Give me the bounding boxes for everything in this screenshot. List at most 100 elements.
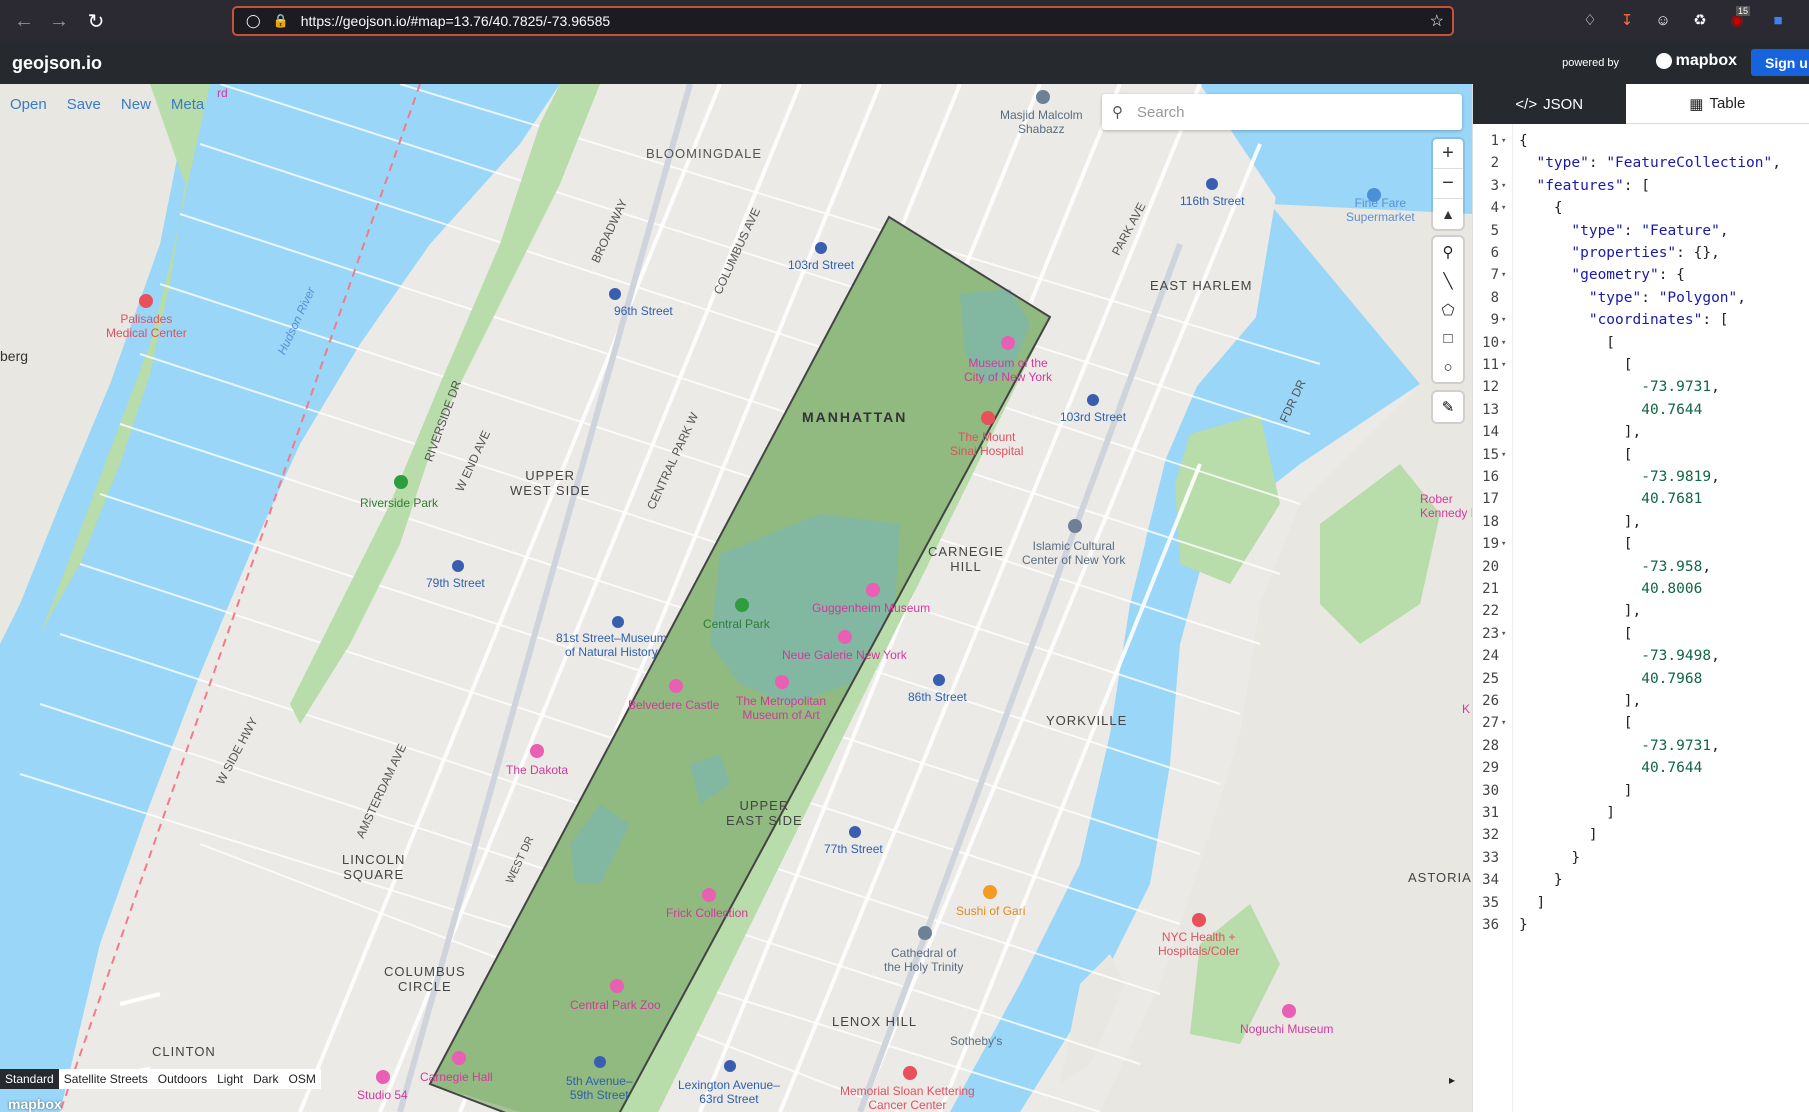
compass-button[interactable]: ▲ xyxy=(1433,199,1463,229)
code-line[interactable]: 36} xyxy=(1473,914,1809,937)
subway-icon[interactable] xyxy=(609,288,621,300)
fold-chevron-icon[interactable]: ▾ xyxy=(1501,332,1506,355)
map-canvas[interactable]: BLOOMINGDALE MANHATTAN UPPER WEST SIDE E… xyxy=(0,84,1472,1112)
bookmark-star-icon[interactable]: ☆ xyxy=(1430,11,1444,31)
code-line[interactable]: 5 "type": "Feature", xyxy=(1473,220,1809,243)
open-button[interactable]: Open xyxy=(0,84,57,124)
search-box[interactable]: ⚲ xyxy=(1102,94,1462,130)
draw-circle-icon[interactable]: ○ xyxy=(1433,353,1463,382)
pocket-icon[interactable]: ♢ xyxy=(1580,10,1600,30)
json-editor[interactable]: 1 ▾{2 "type": "FeatureCollection", 3 ▾ "fea… xyxy=(1473,124,1809,1112)
code-line[interactable]: 29 40.7644 xyxy=(1473,757,1809,780)
fold-chevron-icon[interactable]: ▾ xyxy=(1501,264,1506,287)
save-button[interactable]: Save xyxy=(57,84,111,124)
code-line[interactable]: 25 40.7968 xyxy=(1473,668,1809,691)
hospital-pin-icon[interactable] xyxy=(981,411,995,425)
fold-chevron-icon[interactable]: ▾ xyxy=(1501,175,1506,198)
subway-icon[interactable] xyxy=(933,674,945,686)
code-line[interactable]: 28 -73.9731, xyxy=(1473,735,1809,758)
code-line[interactable]: 16 -73.9819, xyxy=(1473,466,1809,489)
code-line[interactable]: 33 } xyxy=(1473,847,1809,870)
layer-dark[interactable]: Dark xyxy=(248,1069,283,1089)
religious-pin-icon[interactable] xyxy=(1068,519,1082,533)
code-line[interactable]: 19 ▾ [ xyxy=(1473,533,1809,556)
draw-rectangle-icon[interactable]: □ xyxy=(1433,324,1463,353)
shield-icon[interactable]: ◯ xyxy=(246,13,261,29)
code-line[interactable]: 27 ▾ [ xyxy=(1473,712,1809,735)
code-line[interactable]: 26 ], xyxy=(1473,690,1809,713)
subway-icon[interactable] xyxy=(815,242,827,254)
music-pin-icon[interactable] xyxy=(376,1070,390,1084)
code-line[interactable]: 24 -73.9498, xyxy=(1473,645,1809,668)
hospital-pin-icon[interactable] xyxy=(1192,913,1206,927)
bitwarden-icon[interactable]: ■ xyxy=(1768,10,1788,30)
subway-icon[interactable] xyxy=(594,1056,606,1068)
subway-icon[interactable] xyxy=(724,1060,736,1072)
code-line[interactable]: 4 ▾ { xyxy=(1473,197,1809,220)
code-line[interactable]: 2 "type": "FeatureCollection", xyxy=(1473,152,1809,175)
zoo-pin-icon[interactable] xyxy=(610,979,624,993)
fold-chevron-icon[interactable]: ▾ xyxy=(1501,309,1506,332)
download-icon[interactable]: ↧ xyxy=(1617,10,1637,30)
collapse-panel-icon[interactable]: ▸ xyxy=(1440,1068,1464,1092)
code-line[interactable]: 1 ▾ { xyxy=(1473,130,1809,153)
fold-chevron-icon[interactable]: ▾ xyxy=(1501,130,1506,153)
code-line[interactable]: 10 ▾ [ xyxy=(1473,332,1809,355)
religious-pin-icon[interactable] xyxy=(918,926,932,940)
castle-pin-icon[interactable] xyxy=(669,679,683,693)
hospital-pin-icon[interactable] xyxy=(139,294,153,308)
forward-icon[interactable]: → xyxy=(45,7,73,35)
draw-marker-icon[interactable]: ⚲ xyxy=(1433,237,1463,266)
sign-up-button[interactable]: Sign u xyxy=(1751,49,1809,76)
code-line[interactable]: 23 ▾ [ xyxy=(1473,623,1809,646)
subway-icon[interactable] xyxy=(452,560,464,572)
zoom-out-button[interactable]: − xyxy=(1433,169,1463,199)
religious-pin-icon[interactable] xyxy=(1036,90,1050,104)
museum-pin-icon[interactable] xyxy=(702,888,716,902)
layer-osm[interactable]: OSM xyxy=(283,1069,320,1089)
code-line[interactable]: 22 ], xyxy=(1473,600,1809,623)
code-line[interactable]: 35 ] xyxy=(1473,892,1809,915)
code-line[interactable]: 30 ] xyxy=(1473,780,1809,803)
code-line[interactable]: 12 -73.9731, xyxy=(1473,376,1809,399)
music-pin-icon[interactable] xyxy=(452,1051,466,1065)
code-line[interactable]: 3 ▾ "features": [ xyxy=(1473,175,1809,198)
code-line[interactable]: 8 "type": "Polygon", xyxy=(1473,287,1809,310)
new-button[interactable]: New xyxy=(111,84,161,124)
code-line[interactable]: 17 40.7681 xyxy=(1473,488,1809,511)
draw-polygon-icon[interactable]: ⬠ xyxy=(1433,295,1463,324)
code-line[interactable]: 31 ] xyxy=(1473,802,1809,825)
fold-chevron-icon[interactable]: ▾ xyxy=(1501,533,1506,556)
zoom-in-button[interactable]: + xyxy=(1433,139,1463,169)
code-line[interactable]: 15 ▾ [ xyxy=(1473,444,1809,467)
account-icon[interactable]: ☺ xyxy=(1653,10,1673,30)
code-line[interactable]: 7 ▾ "geometry": { xyxy=(1473,264,1809,287)
fold-chevron-icon[interactable]: ▾ xyxy=(1501,623,1506,646)
mapbox-logo[interactable]: mapbox xyxy=(1655,52,1737,70)
code-line[interactable]: 20 -73.958, xyxy=(1473,556,1809,579)
reload-icon[interactable]: ↻ xyxy=(82,7,110,35)
url-text[interactable]: https://geojson.io/#map=13.76/40.7825/-7… xyxy=(301,13,610,29)
layer-light[interactable]: Light xyxy=(212,1069,248,1089)
museum-pin-icon[interactable] xyxy=(866,583,880,597)
layer-outdoors[interactable]: Outdoors xyxy=(153,1069,212,1089)
code-line[interactable]: 34 } xyxy=(1473,869,1809,892)
code-line[interactable]: 18 ], xyxy=(1473,511,1809,534)
park-pin-icon[interactable] xyxy=(394,475,408,489)
grocery-pin-icon[interactable] xyxy=(1367,188,1381,202)
code-line[interactable]: 9 ▾ "coordinates": [ xyxy=(1473,309,1809,332)
museum-pin-icon[interactable] xyxy=(1282,1004,1296,1018)
hospital-pin-icon[interactable] xyxy=(903,1066,917,1080)
park-pin-icon[interactable] xyxy=(735,598,749,612)
draw-line-icon[interactable]: ╲ xyxy=(1433,266,1463,295)
subway-icon[interactable] xyxy=(1206,178,1218,190)
subway-icon[interactable] xyxy=(612,616,624,628)
museum-pin-icon[interactable] xyxy=(1001,336,1015,350)
code-line[interactable]: 32 ] xyxy=(1473,824,1809,847)
fold-chevron-icon[interactable]: ▾ xyxy=(1501,712,1506,735)
tab-json[interactable]: </> JSON xyxy=(1473,84,1626,124)
search-input[interactable] xyxy=(1137,103,1437,121)
code-line[interactable]: 13 40.7644 xyxy=(1473,399,1809,422)
app-logo[interactable]: geojson.io xyxy=(12,53,102,74)
restaurant-pin-icon[interactable] xyxy=(983,885,997,899)
